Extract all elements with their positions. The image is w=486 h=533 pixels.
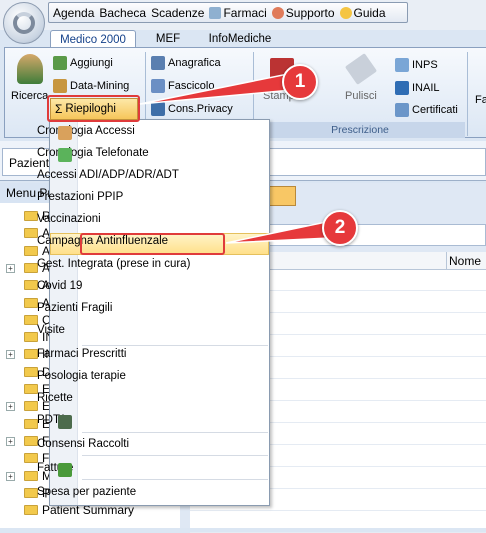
callout-2: 2: [322, 210, 358, 246]
callout-1: 1: [282, 64, 318, 100]
arrow-2: [225, 221, 331, 244]
arrow-1: [139, 73, 293, 105]
annotation-arrows: [139, 73, 331, 244]
